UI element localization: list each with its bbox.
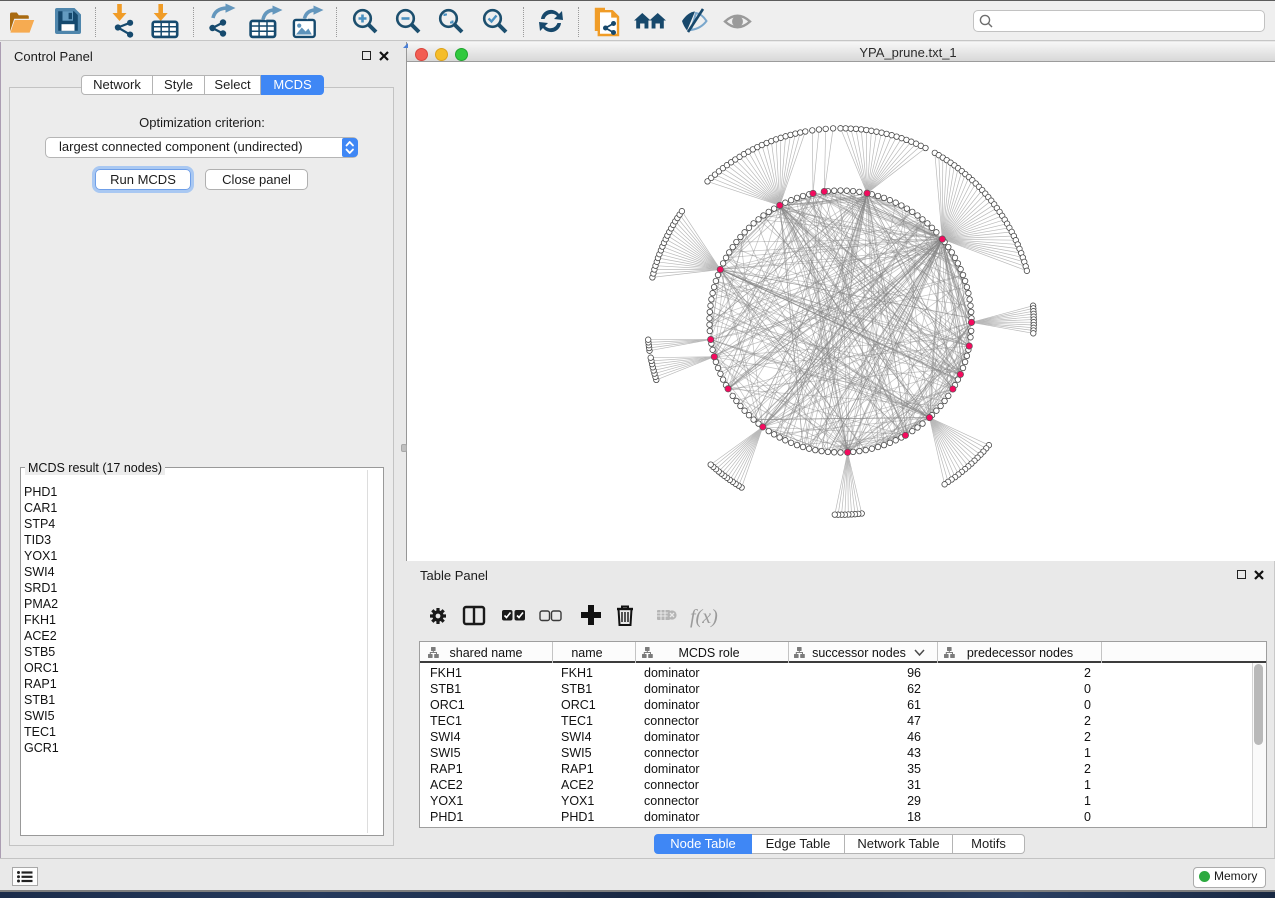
svg-text:f(x): f(x) — [690, 606, 718, 628]
